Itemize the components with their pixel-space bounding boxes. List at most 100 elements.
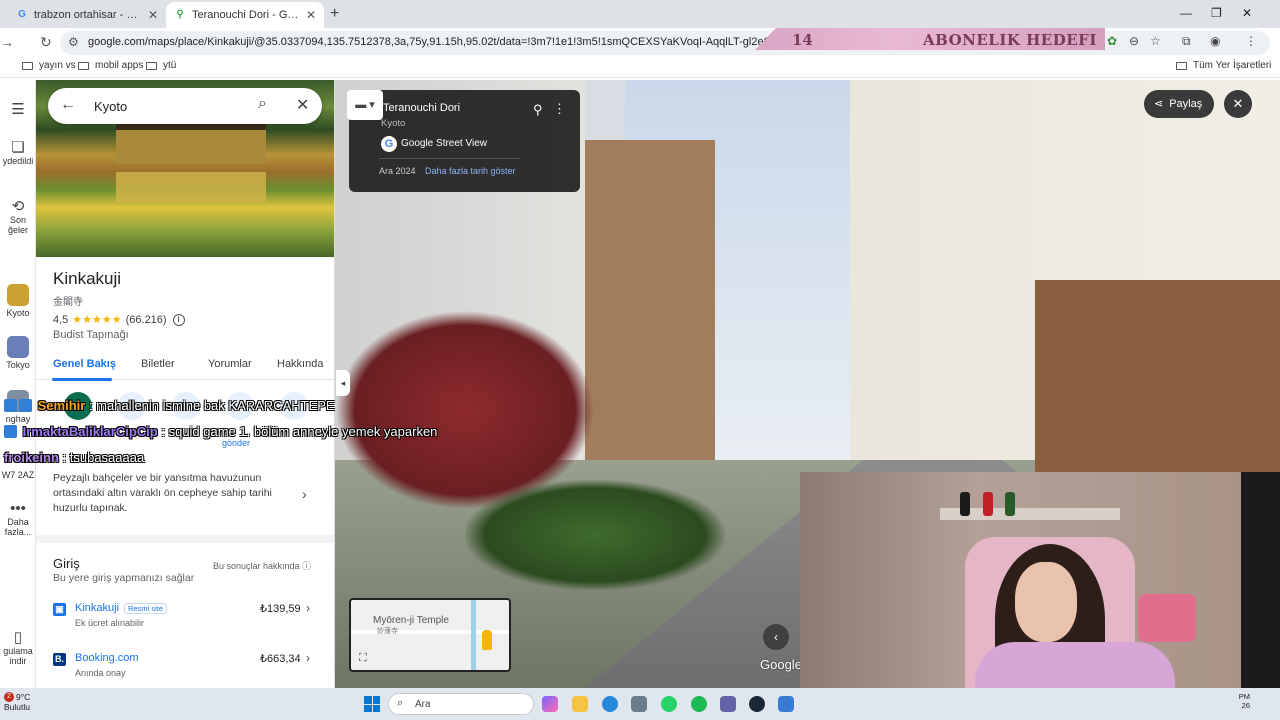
pegman-icon[interactable] [482, 630, 492, 650]
ticket-offer-row[interactable]: ▣ Kinkakuji Resmi site Ek ücret alınabil… [53, 601, 323, 631]
browser-tab-active[interactable]: ⚲ Teranouchi Dori - Google Harita ✕ [166, 2, 324, 28]
offer-price: ₺663,34 [260, 653, 301, 665]
store-icon[interactable] [631, 696, 647, 712]
location-pin-icon[interactable]: ⚲ [533, 102, 543, 118]
bookmark-folder[interactable]: ytü [146, 60, 176, 71]
app-icon[interactable] [778, 696, 794, 712]
rail-label: Daha fazla... [4, 517, 32, 537]
place-description[interactable]: Peyzajlı bahçeler ve bir yansıtma havuzu… [53, 471, 293, 516]
ticket-offer-row[interactable]: B. Booking.com Anında onay ₺663,34 › [53, 651, 323, 681]
edge-icon[interactable] [602, 696, 618, 712]
toy-car-shape [1005, 492, 1015, 516]
info-icon: ⓘ [302, 561, 312, 571]
review-count[interactable]: (66.216) [126, 314, 167, 326]
all-bookmarks[interactable]: Tüm Yer İşaretleri [1176, 60, 1271, 71]
menu-dots-icon[interactable]: ⋮ [1245, 34, 1257, 48]
minimize-icon[interactable]: — [1180, 6, 1192, 20]
steam-icon[interactable] [749, 696, 765, 712]
imagery-toggle-button[interactable]: ▬ ▾ [347, 90, 383, 120]
system-clock[interactable]: PM 26 [1238, 692, 1250, 710]
teams-icon[interactable] [720, 696, 736, 712]
rail-recent-kyoto[interactable]: Kyoto [0, 284, 36, 318]
collapse-panel-button[interactable]: ◂ [336, 370, 350, 396]
rating-stars: ★★★★★ [72, 314, 122, 326]
maps-side-rail: ☰ ❏ ydedildi ⟲ Son ğeler Kyoto Tokyo nghay… [0, 80, 36, 688]
share-button[interactable]: ⋖ Paylaş [1144, 90, 1214, 118]
bookmark-label: ytü [163, 60, 177, 71]
rail-label: W7 2AZ [1, 470, 35, 480]
bookmark-folder[interactable]: mobil apps [78, 60, 143, 71]
card-divider [379, 158, 520, 159]
offer-name: Booking.com [75, 652, 139, 664]
close-window-icon[interactable]: ✕ [1242, 6, 1252, 20]
rail-saved[interactable]: ❏ ydedildi [0, 138, 36, 166]
windows-taskbar: 2 9°C Bulutlu ⌕ Ara PM 26 [0, 688, 1280, 720]
google-favicon-icon: G [18, 9, 26, 20]
taskbar-search[interactable]: ⌕ Ara [388, 693, 534, 715]
bookmarks-bar: yayın vs mobil apps ytü Tüm Yer İşaretle… [0, 56, 1280, 78]
about-results-link[interactable]: Bu sonuçlar hakkında ⓘ [213, 559, 311, 572]
windows-logo-icon [372, 696, 380, 704]
webcam-overlay [800, 472, 1241, 720]
browser-tab[interactable]: G trabzon ortahisar - Google'da A ✕ [8, 2, 166, 28]
place-category[interactable]: Budist Tapınağı [53, 329, 129, 341]
profile-avatar[interactable]: ◉ [1210, 34, 1220, 48]
mini-map[interactable]: Myōren-ji Temple 妙蓮寺 ⛶ [349, 598, 511, 672]
imagery-source: Google Street View [401, 138, 487, 149]
expand-map-icon[interactable]: ⛶ [359, 652, 367, 665]
info-icon[interactable]: i [172, 313, 185, 326]
toy-car-shape [960, 492, 970, 516]
extensions-puzzle-icon[interactable]: ⧉ [1182, 34, 1191, 49]
whatsapp-icon[interactable] [661, 696, 677, 712]
weather-widget[interactable]: 2 9°C Bulutlu [4, 692, 30, 712]
chat-text: : mahallenin ismine bak KARARCAHTEPE [88, 398, 335, 413]
offer-note: Ek ücret alınabilir [75, 618, 145, 628]
map-poi-sublabel: 妙蓮寺 [377, 628, 398, 635]
rail-recent-tokyo[interactable]: Tokyo [0, 336, 36, 370]
close-street-view-button[interactable]: ✕ [1224, 90, 1252, 118]
pillow-shape [1138, 594, 1196, 642]
chevron-right-icon[interactable]: › [302, 486, 307, 502]
file-explorer-icon[interactable] [572, 696, 588, 712]
search-box[interactable]: ← Kyoto ⌕ ✕ [48, 88, 322, 124]
search-icon[interactable]: ⌕ [258, 95, 267, 113]
forward-icon[interactable]: → [0, 34, 14, 50]
rail-label: nghay [5, 414, 31, 424]
restore-icon[interactable]: ❐ [1211, 6, 1222, 20]
goal-text: ABONELIK HEDEFI [923, 31, 1097, 49]
close-tab-icon[interactable]: ✕ [148, 8, 158, 22]
bookmark-icon: ❏ [11, 139, 25, 156]
close-tab-icon[interactable]: ✕ [306, 8, 316, 22]
menu-button[interactable]: ☰ [0, 100, 36, 118]
rail-get-app[interactable]: ▯ gulama indir [0, 628, 36, 666]
reload-icon[interactable]: ↻ [40, 34, 52, 51]
place-native-name: 金閣寺 [53, 297, 83, 308]
clear-icon[interactable]: ✕ [296, 95, 309, 115]
bookmark-folder[interactable]: yayın vs [22, 60, 76, 71]
rail-recent[interactable]: ⟲ Son ğeler [0, 197, 36, 235]
hamburger-icon: ☰ [11, 101, 25, 118]
tab-reviews[interactable]: Yorumlar [208, 358, 252, 370]
extension-icon[interactable]: ✿ [1107, 34, 1117, 48]
rail-label: Son ğeler [7, 215, 28, 235]
start-button[interactable] [364, 696, 380, 712]
chat-text: : squid game 1. bölüm anneyle yemek yapa… [161, 424, 438, 439]
tab-tickets[interactable]: Biletler [141, 358, 175, 370]
tab-title: Teranouchi Dori - Google Harita [192, 9, 300, 21]
chat-message: IrmaktaBaliklarCipCip : squid game 1. bö… [4, 424, 437, 439]
site-info-icon[interactable]: ⚙ [68, 35, 79, 49]
tab-about[interactable]: Hakkında [277, 358, 323, 370]
new-tab-icon[interactable]: + [330, 5, 339, 23]
spotify-icon[interactable] [691, 696, 707, 712]
star-bookmark-icon[interactable]: ☆ [1150, 34, 1161, 48]
more-dates-link[interactable]: Daha fazla tarih göster [425, 166, 516, 176]
rail-more[interactable]: ••• Daha fazla... [0, 500, 36, 537]
copilot-icon[interactable] [542, 696, 558, 712]
back-arrow-icon[interactable]: ← [60, 96, 76, 114]
zoom-icon[interactable]: ⊖ [1129, 34, 1139, 48]
rail-recent-postcode[interactable]: W7 2AZ [0, 470, 36, 480]
search-input[interactable]: Kyoto [94, 99, 127, 114]
navigate-arrow-icon[interactable]: ‹ [763, 624, 789, 650]
more-options-icon[interactable]: ⋮ [553, 101, 566, 117]
tab-overview[interactable]: Genel Bakış [53, 358, 116, 370]
